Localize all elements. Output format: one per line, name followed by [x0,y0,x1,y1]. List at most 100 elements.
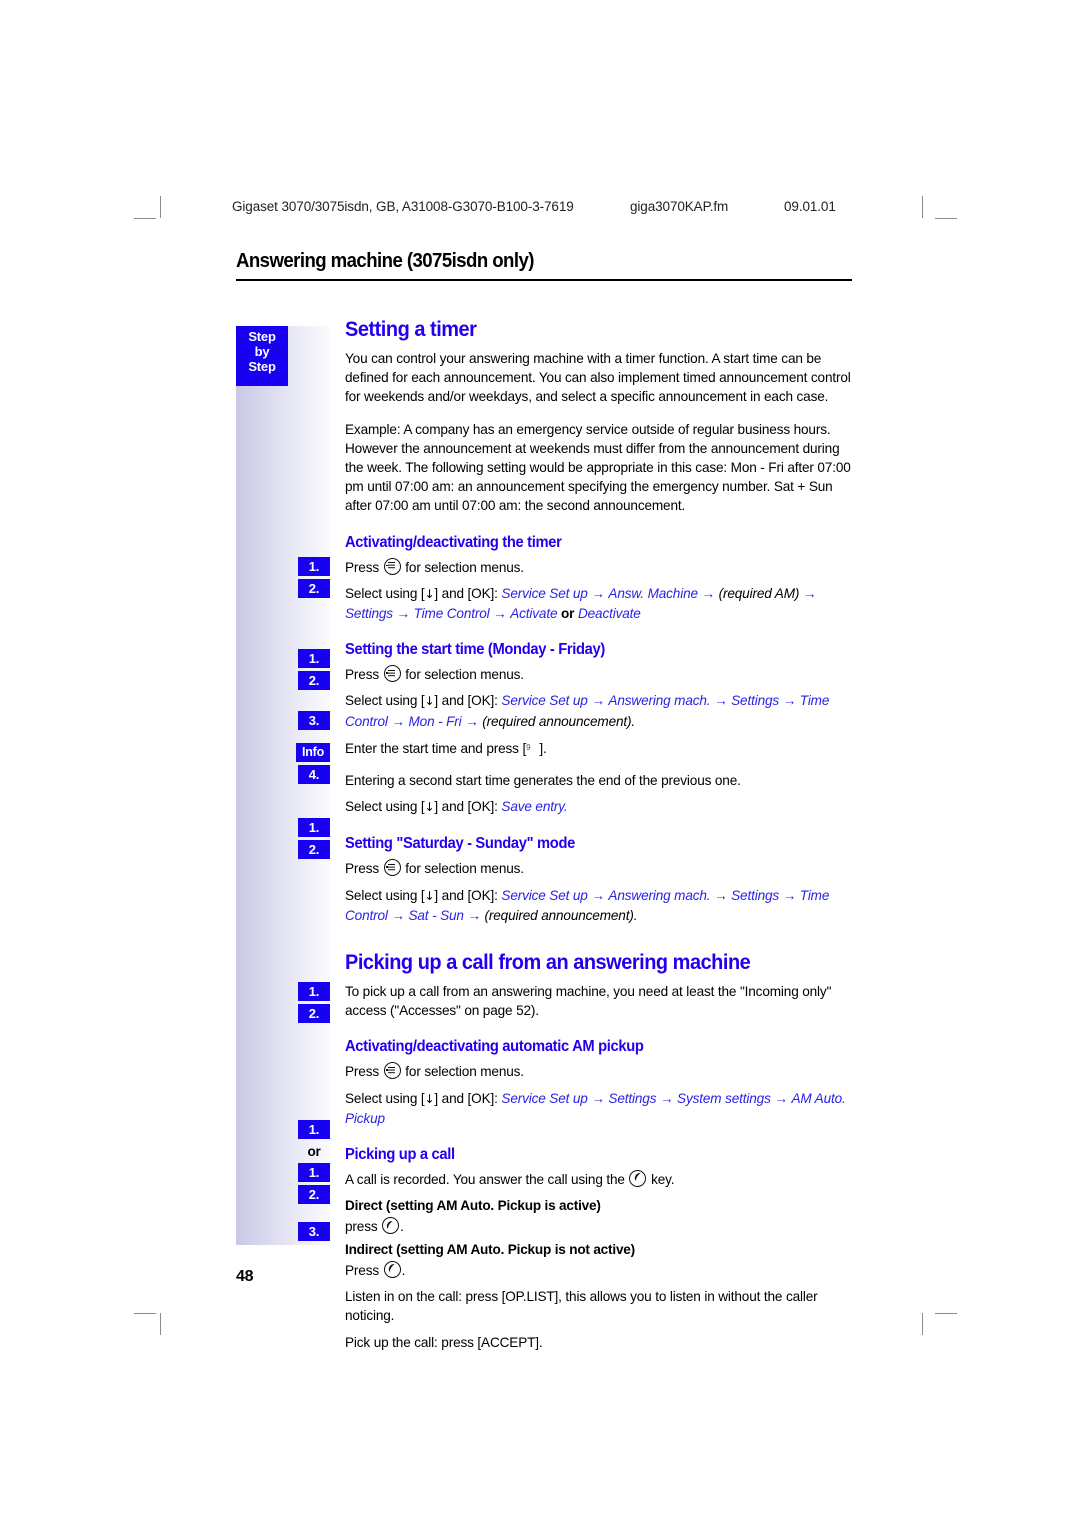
heading-activating-timer: Activating/deactivating the timer [345,533,562,551]
heading-auto-am-pickup: Activating/deactivating automatic AM pic… [345,1038,644,1056]
step-text-press: Press [345,861,379,877]
step-select-mid: ] and [OK]: [434,693,498,709]
crop-mark-top-left-horizontal [134,218,156,219]
down-arrow-key-icon: ↓ [424,888,435,903]
crop-mark-top-left-vertical [160,196,161,218]
step-text-press-suffix: for selection menus. [405,861,524,877]
step-text-press: Press [345,559,379,575]
info-note-second-start-time: Entering a second start time generates t… [345,773,741,789]
down-arrow-key-icon: ↓ [424,586,435,601]
step-by-step-line-3: Step [248,359,276,374]
menu-path-activate: Activate [510,606,558,622]
down-arrow-key-icon: ↓ [424,694,435,709]
menu-path-settings: Settings [731,887,780,903]
paragraph-timer-intro: You can control your answering machine w… [345,351,851,405]
crop-mark-bottom-right-horizontal [935,1313,957,1314]
menu-key-icon [383,859,401,877]
menu-path-save-entry: Save entry. [501,799,568,815]
step-indirect-1: Press . [345,1260,855,1280]
down-arrow-key-icon: ↓ [424,800,435,815]
page-content: Setting a timer You can control your ans… [345,318,855,1359]
step-badge-indirect-3: 3. [298,1222,330,1241]
phone-key-icon [383,1260,401,1278]
step-select-mid: ] and [OK]: [434,887,498,903]
menu-path-sat-sun: Sat - Sun [408,907,464,923]
call-recorded-suffix: key. [651,1172,675,1188]
step-badge-monfri-3: 3. [298,711,330,730]
step-ampickup-2: Select using [↓] and [OK]: Service Set u… [345,1090,846,1126]
down-arrow-key-icon: ↓ [424,1091,435,1106]
step-badge-info: Info [296,743,330,762]
crop-mark-bottom-left-vertical [160,1313,161,1335]
paragraph-picking-up-call: To pick up a call from an answering mach… [345,984,832,1019]
menu-note-required-am: (required AM) [718,585,800,601]
step-by-step-line-2: by [254,344,270,359]
step-activating-timer-2: Select using [↓] and [OK]: Service Set u… [345,585,817,622]
phone-key-icon [382,1217,400,1235]
direct-press-suffix: . [400,1219,404,1235]
heading-indirect-pickup: Indirect (setting AM Auto. Pickup is not… [345,1241,635,1257]
step-text-press-suffix: for selection menus. [405,1064,524,1080]
step-badge-direct-1: 1. [298,1120,330,1139]
indirect-press-suffix: . [401,1262,406,1278]
menu-path-settings: Settings [731,693,780,709]
step-badge-satsun-1: 1. [298,818,330,837]
heading-direct-pickup: Direct (setting AM Auto. Pickup is activ… [345,1198,601,1214]
menu-key-icon [383,665,401,683]
step-select-mid: ] and [OK]: [434,585,498,601]
step-ampickup-1: Press for selection menus. [345,1062,855,1081]
step-indirect-3: Pick up the call: press [ACCEPT]. [345,1334,543,1350]
crop-mark-bottom-right-vertical [922,1313,923,1335]
phone-key-icon [629,1170,647,1188]
header-document-id: Gigaset 3070/3075isdn, GB, A31008-G3070-… [232,199,574,214]
step-satsun-1: Press for selection menus. [345,859,855,878]
menu-path-time-control: Time Control [413,606,490,622]
indirect-press-prefix: Press [345,1262,379,1278]
step-badge-satsun-2: 2. [298,840,330,859]
menu-path-deactivate: Deactivate [577,606,641,622]
heading-saturday-sunday: Setting "Saturday - Sunday" mode [345,835,575,853]
step-by-step-label: Step by Step [236,326,288,386]
step-indirect-2: Listen in on the call: press [OP.LIST], … [345,1289,818,1324]
direct-press-prefix: press [345,1219,378,1235]
menu-path-answering-mach: Answering mach. [608,887,711,903]
menu-key-icon [383,1062,401,1080]
heading-picking-up-a-call: Picking up a call [345,1146,455,1164]
step-enter-start-time-suffix: ]. [539,740,547,756]
header-date: 09.01.01 [784,199,836,214]
step-select-mid: ] and [OK]: [434,799,498,815]
crop-mark-top-right-horizontal [935,218,957,219]
step-select-prefix: Select using [ [345,1090,425,1106]
crop-mark-bottom-left-horizontal [134,1313,156,1314]
menu-path-system-settings: System settings [677,1090,771,1106]
step-text-press-suffix: for selection menus. [405,667,524,683]
menu-path-mon-fri: Mon - Fri [408,713,462,729]
menu-path-service-setup: Service Set up [501,585,588,601]
call-recorded-prefix: A call is recorded. You answer the call … [345,1172,625,1188]
step-monfri-3: Enter the start time and press [9]. [345,738,855,758]
menu-path-service-setup: Service Set up [501,1090,588,1106]
step-badge-monfri-4: 4. [298,765,330,784]
step-text-press-suffix: for selection menus. [405,559,524,575]
step-monfri-1: Press for selection menus. [345,665,855,684]
menu-path-answ-machine: Answ. Machine [608,585,698,601]
sidebar-gradient-band [236,326,330,1245]
step-select-prefix: Select using [ [345,693,425,709]
step-badge-indirect-1: 1. [298,1163,330,1182]
step-badge-or: or [307,1144,321,1159]
step-satsun-2: Select using [↓] and [OK]: Service Set u… [345,887,830,923]
step-activating-timer-1: Press for selection menus. [345,557,855,577]
step-text-press: Press [345,667,379,683]
paragraph-call-recorded: A call is recorded. You answer the call … [345,1170,855,1189]
menu-or-connector: or [561,606,575,622]
step-select-prefix: Select using [ [345,887,425,903]
header-filename: giga3070KAP.fm [630,199,729,214]
step-by-step-line-1: Step [248,329,276,344]
step-select-mid: ] and [OK]: [434,1090,498,1106]
step-badge-ampickup-2: 2. [298,1004,330,1023]
menu-path-answering-mach: Answering mach. [608,693,711,709]
page-number: 48 [236,1268,254,1285]
menu-path-settings: Settings [608,1090,657,1106]
step-badge-monfri-1: 1. [298,649,330,668]
menu-path-service-setup: Service Set up [501,887,588,903]
